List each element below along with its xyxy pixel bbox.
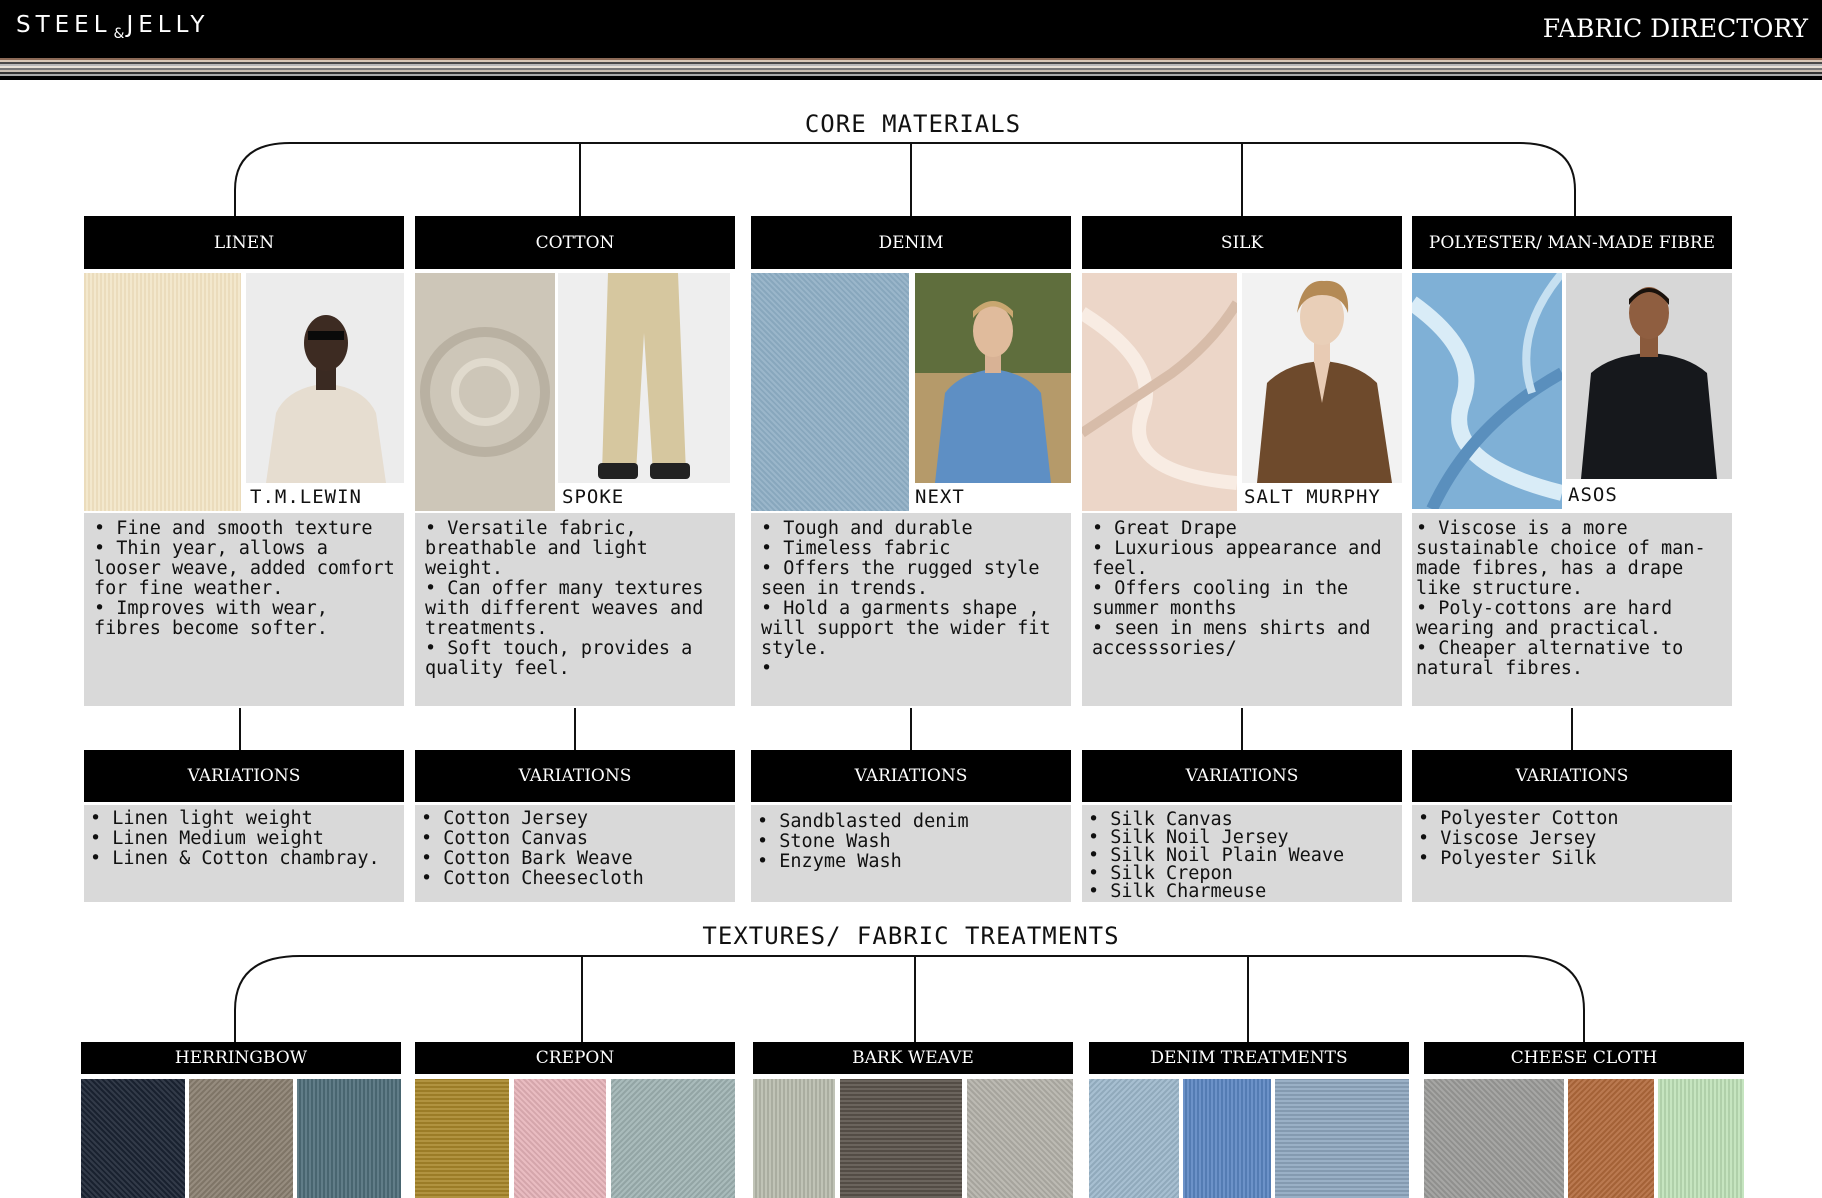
cotton-variations-list: Cotton Jersey Cotton Canvas Cotton Bark … <box>415 805 735 902</box>
cotton-notes: Versatile fabric, breathable and light w… <box>415 513 735 706</box>
linen-swatch-image <box>84 273 241 511</box>
note-item: Can offer many textures with different w… <box>425 579 729 639</box>
bark-weave-header: BARK WEAVE <box>753 1042 1073 1074</box>
variation-item: Cotton Bark Weave <box>421 849 731 869</box>
note-item: Timeless fabric <box>761 539 1065 559</box>
textures-title: TEXTURES/ FABRIC TREATMENTS <box>702 922 1120 950</box>
polyester-variations-header: VARIATIONS <box>1412 750 1732 802</box>
note-item: Poly-cottons are hard wearing and practi… <box>1416 599 1726 639</box>
denim-treatments-swatch <box>1183 1079 1271 1198</box>
variation-item: Cotton Cheesecloth <box>421 869 731 889</box>
variation-item: Polyester Silk <box>1418 849 1728 869</box>
bark-weave-swatch <box>967 1079 1073 1198</box>
variation-item: Viscose Jersey <box>1418 829 1728 849</box>
cheese-cloth-swatch <box>1658 1079 1744 1198</box>
variation-item: Silk Charmeuse <box>1088 882 1398 901</box>
note-item: Thin year, allows a looser weave, added … <box>94 539 398 599</box>
note-item: Cheaper alternative to natural fibres. <box>1416 639 1726 679</box>
denim-swatch-image <box>751 273 909 511</box>
note-item: Fine and smooth texture <box>94 519 398 539</box>
herringbow-swatch <box>189 1079 293 1198</box>
silk-variations-list: Silk Canvas Silk Noil Jersey Silk Noil P… <box>1082 805 1402 902</box>
variation-item: Cotton Canvas <box>421 829 731 849</box>
variation-item: Stone Wash <box>757 832 1067 852</box>
cotton-header: COTTON <box>415 216 735 269</box>
polyester-variations-list: Polyester Cotton Viscose Jersey Polyeste… <box>1412 805 1732 902</box>
linen-notes: Fine and smooth texture Thin year, allow… <box>84 513 404 706</box>
crepon-swatch <box>611 1079 735 1198</box>
denim-treatments-swatch <box>1089 1079 1179 1198</box>
note-item: Viscose is a more sustainable choice of … <box>1416 519 1726 599</box>
variation-item: Linen & Cotton chambray. <box>90 849 400 869</box>
note-item: Soft touch, provides a quality feel. <box>425 639 729 679</box>
crepon-header: CREPON <box>415 1042 735 1074</box>
herringbow-header: HERRINGBOW <box>81 1042 401 1074</box>
crepon-swatch <box>514 1079 606 1198</box>
denim-notes: Tough and durable Timeless fabric Offers… <box>751 513 1071 706</box>
cotton-variations-header: VARIATIONS <box>415 750 735 802</box>
herringbow-swatch <box>81 1079 185 1198</box>
silk-credit: SALT MURPHY <box>1244 486 1400 508</box>
polyester-swatch-image <box>1412 273 1562 509</box>
denim-model-image <box>915 273 1071 483</box>
note-item: seen in mens shirts and accesssories/ <box>1092 619 1396 659</box>
variation-item: Enzyme Wash <box>757 852 1067 872</box>
bark-weave-swatch <box>753 1079 835 1198</box>
variation-item: Sandblasted denim <box>757 812 1067 832</box>
note-item: Improves with wear, fibres become softer… <box>94 599 398 639</box>
cheese-cloth-header: CHEESE CLOTH <box>1424 1042 1744 1074</box>
denim-variations-list: Sandblasted denim Stone Wash Enzyme Wash <box>751 805 1071 902</box>
cotton-model-image <box>558 273 730 483</box>
silk-notes: Great Drape Luxurious appearance and fee… <box>1082 513 1402 706</box>
note-item <box>761 659 1065 679</box>
note-item: Offers the rugged style seen in trends. <box>761 559 1065 599</box>
silk-variations-header: VARIATIONS <box>1082 750 1402 802</box>
polyester-notes: Viscose is a more sustainable choice of … <box>1412 513 1732 706</box>
linen-header: LINEN <box>84 216 404 269</box>
silk-model-image <box>1242 273 1402 483</box>
denim-credit: NEXT <box>915 486 1065 508</box>
note-item: Offers cooling in the summer months <box>1092 579 1396 619</box>
polyester-credit: ASOS <box>1568 484 1730 506</box>
polyester-header: POLYESTER/ MAN-MADE FIBRE <box>1412 216 1732 269</box>
linen-credit: T.M.LEWIN <box>250 486 400 508</box>
note-item: Great Drape <box>1092 519 1396 539</box>
note-item: Hold a garments shape , will support the… <box>761 599 1065 659</box>
bark-weave-swatch <box>840 1079 962 1198</box>
denim-treatments-header: DENIM TREATMENTS <box>1089 1042 1409 1074</box>
cotton-credit: SPOKE <box>562 486 722 508</box>
cotton-swatch-image <box>415 273 555 511</box>
note-item: Luxurious appearance and feel. <box>1092 539 1396 579</box>
cheese-cloth-swatch <box>1424 1079 1564 1198</box>
herringbow-swatch <box>297 1079 401 1198</box>
cheese-cloth-swatch <box>1568 1079 1654 1198</box>
variation-item: Linen light weight <box>90 809 400 829</box>
denim-variations-header: VARIATIONS <box>751 750 1071 802</box>
linen-variations-list: Linen light weight Linen Medium weight L… <box>84 805 404 902</box>
denim-treatments-swatch <box>1275 1079 1409 1198</box>
crepon-swatch <box>415 1079 509 1198</box>
core-materials-title: CORE MATERIALS <box>804 110 1022 138</box>
note-item: Tough and durable <box>761 519 1065 539</box>
variation-item: Cotton Jersey <box>421 809 731 829</box>
note-item: Versatile fabric, breathable and light w… <box>425 519 729 579</box>
polyester-model-image <box>1566 273 1732 479</box>
silk-swatch-image <box>1082 273 1237 511</box>
variation-item: Linen Medium weight <box>90 829 400 849</box>
silk-header: SILK <box>1082 216 1402 269</box>
linen-model-image <box>246 273 404 483</box>
linen-variations-header: VARIATIONS <box>84 750 404 802</box>
denim-header: DENIM <box>751 216 1071 269</box>
variation-item: Polyester Cotton <box>1418 809 1728 829</box>
